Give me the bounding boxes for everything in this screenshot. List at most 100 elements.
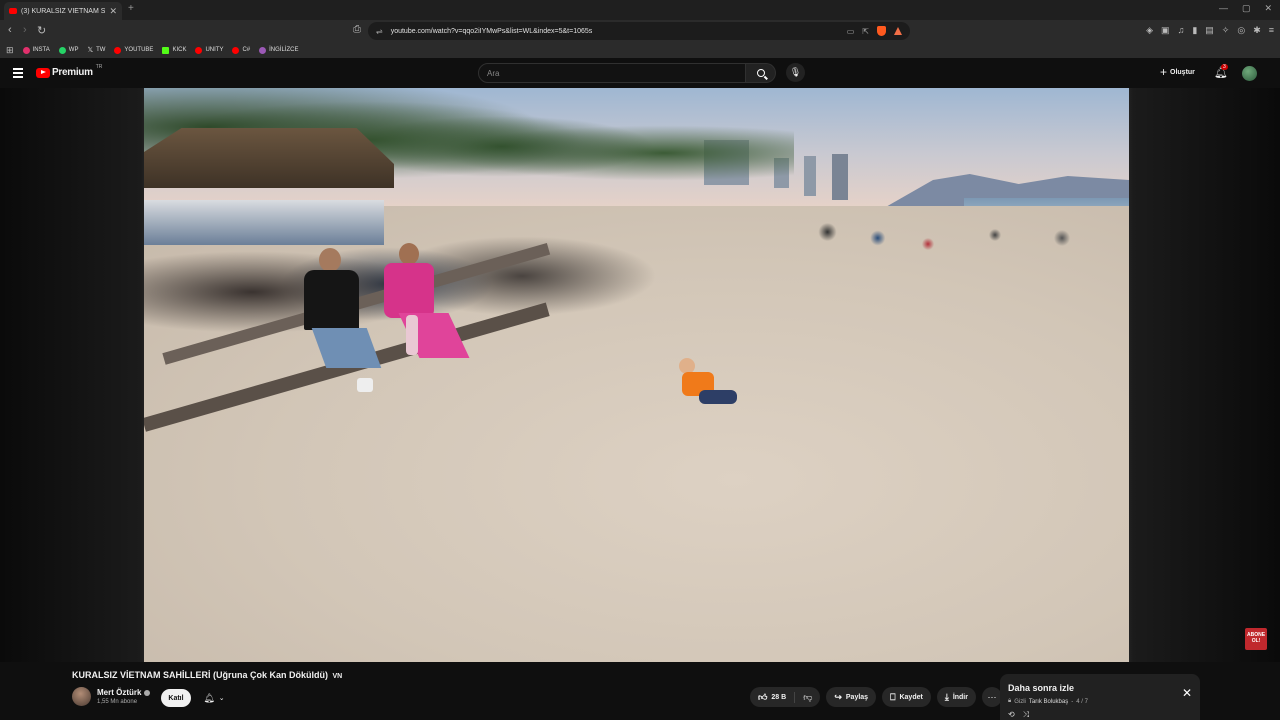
apps-grid-icon[interactable]: ⊞ xyxy=(6,45,14,56)
bookmark-kick[interactable]: KICK xyxy=(162,46,187,54)
bookmark-unity[interactable]: UNITY xyxy=(195,46,224,54)
puzzle-icon[interactable]: ✧ xyxy=(1222,25,1230,36)
video-title-text: KURALSIZ VİETNAM SAHİLLERİ (Uğruna Çok K… xyxy=(72,670,328,680)
video-frame-woman xyxy=(384,243,474,383)
dislike-button[interactable]: 👎︎ xyxy=(795,692,820,703)
close-playlist-icon[interactable]: ✕ xyxy=(1182,686,1192,700)
notifications-button[interactable]: 🔔︎ 3 xyxy=(1214,64,1228,79)
plus-icon: + xyxy=(1160,65,1168,79)
channel-name-text: Mert Öztürk xyxy=(97,688,142,697)
bookmarks-bar: ⊞ INSTA WP 𝕏 TW YOUTUBE KICK UNITY C# İNG… xyxy=(0,42,1280,58)
playlist-position: 4 / 7 xyxy=(1076,698,1088,705)
video-frame-toddler xyxy=(674,358,744,423)
share-button[interactable]: ↪ Paylaş xyxy=(826,687,877,707)
bookmark-label: WP xyxy=(68,47,79,53)
notification-badge: 3 xyxy=(1221,64,1228,70)
channel-avatar[interactable] xyxy=(72,687,91,706)
subscription-bell-button[interactable]: 🔔︎ ⌄ xyxy=(196,689,232,707)
video-player[interactable] xyxy=(144,88,1129,662)
search-icon xyxy=(756,69,765,77)
bookmark-label: C# xyxy=(242,47,251,53)
separator: - xyxy=(1071,698,1074,705)
player-area: ABONE OL! xyxy=(0,88,1280,662)
microphone-icon: 🎙 xyxy=(789,67,802,77)
site-info-icon[interactable]: ⇌ xyxy=(376,27,383,36)
lock-icon: 🔒︎ xyxy=(1008,698,1012,704)
like-button[interactable]: 👍︎ 28 B xyxy=(750,691,796,703)
search-input[interactable]: Ara xyxy=(478,63,746,83)
playlist-meta: 🔒︎ Gizli Tarık Bolukbaş - 4 / 7 xyxy=(1008,698,1088,705)
menu-icon[interactable]: ≡ xyxy=(1269,25,1274,36)
wallet-icon[interactable]: ▣ xyxy=(1161,25,1170,36)
bookmark-label: TW xyxy=(96,47,106,53)
tab-title: (3) KURALSIZ VİETNAM SAHİ xyxy=(21,7,106,15)
forward-icon[interactable]: › xyxy=(23,24,27,36)
reload-icon[interactable]: ↻ xyxy=(37,24,46,37)
account-avatar[interactable] xyxy=(1242,66,1257,81)
like-dislike-group: 👍︎ 28 B 👎︎ xyxy=(750,687,821,707)
channel-name[interactable]: Mert Öztürk xyxy=(97,688,151,697)
brave-shield-icon[interactable] xyxy=(877,26,886,36)
extension-icon[interactable]: ◈ xyxy=(1146,25,1153,36)
minimize-icon[interactable]: — xyxy=(1219,3,1228,14)
join-button[interactable]: Katıl xyxy=(161,689,191,707)
share-icon: ↪ xyxy=(834,691,842,702)
shuffle-icon[interactable]: ⤨ xyxy=(1023,710,1029,720)
playlist-owner[interactable]: Tarık Bolukbaş xyxy=(1029,699,1068,705)
chevron-down-icon: ⌄ xyxy=(218,695,225,702)
hamburger-menu-icon[interactable] xyxy=(13,68,23,80)
search-button[interactable] xyxy=(746,63,776,83)
brave-rewards-icon[interactable] xyxy=(894,27,902,35)
url-text: youtube.com/watch?v=qqo2iIYMwPs&list=WL&… xyxy=(390,27,593,35)
vpn-icon[interactable]: ◎ xyxy=(1237,25,1245,36)
youtube-icon xyxy=(232,46,240,54)
video-title-flag: VN xyxy=(332,673,343,680)
bookmark-icon[interactable]: ⎙ xyxy=(353,24,361,35)
sidebar-icon[interactable]: ▮ xyxy=(1192,25,1197,36)
close-tab-icon[interactable]: ✕ xyxy=(109,6,117,17)
playlist-controls: ⟲ ⤨ xyxy=(1008,710,1029,720)
playlist-title[interactable]: Daha sonra izle xyxy=(1008,683,1074,693)
video-actions: 👍︎ 28 B 👎︎ ↪ Paylaş ⎕ Kaydet ⤓ İndir ⋯ xyxy=(750,687,1002,707)
back-icon[interactable]: ‹ xyxy=(8,24,12,36)
bookmark-label: UNITY xyxy=(205,47,224,53)
loop-icon[interactable]: ⟲ xyxy=(1008,710,1015,720)
bookmark-wp[interactable]: WP xyxy=(58,46,79,54)
bell-icon: 🔔︎ xyxy=(203,692,215,703)
subscribe-watermark[interactable]: ABONE OL! xyxy=(1245,628,1267,650)
playlist-panel: Daha sonra izle 🔒︎ Gizli Tarık Bolukbaş … xyxy=(1000,674,1200,720)
youtube-play-icon xyxy=(36,67,50,78)
instagram-icon xyxy=(22,46,30,54)
bookmark-csharp[interactable]: C# xyxy=(232,46,251,54)
browser-tab[interactable]: (3) KURALSIZ VİETNAM SAHİ ✕ xyxy=(4,2,122,20)
tab-search-icon[interactable]: ▤ xyxy=(1205,25,1214,36)
create-button[interactable]: + Oluştur xyxy=(1160,65,1195,79)
cast-icon[interactable]: ▭ xyxy=(847,27,855,36)
music-icon[interactable]: ♫ xyxy=(1178,25,1185,36)
leo-icon[interactable]: ✱ xyxy=(1253,25,1261,36)
youtube-premium-logo[interactable]: Premium TR xyxy=(36,63,103,78)
save-button[interactable]: ⎕ Kaydet xyxy=(882,687,931,707)
bookmark-ingilizce[interactable]: İNGİLİZCE xyxy=(259,46,298,54)
video-frame-man xyxy=(299,248,382,408)
bookmark-label: INSTA xyxy=(32,47,50,53)
download-button[interactable]: ⤓ İndir xyxy=(936,687,976,707)
bookmark-label: KICK xyxy=(172,47,187,53)
new-tab-icon[interactable]: + xyxy=(128,3,134,14)
voice-search-button[interactable]: 🎙 xyxy=(786,63,805,82)
close-window-icon[interactable]: ✕ xyxy=(1264,3,1272,14)
more-icon: ⋯ xyxy=(987,691,997,702)
kick-icon xyxy=(162,46,170,54)
like-count: 28 B xyxy=(771,693,787,701)
subscriber-count: 1,55 Mn abone xyxy=(97,699,138,705)
save-label: Kaydet xyxy=(899,693,923,701)
share-page-icon[interactable]: ⇱ xyxy=(862,27,869,36)
logo-region: TR xyxy=(95,63,103,70)
bookmark-youtube[interactable]: YOUTUBE xyxy=(114,46,153,54)
more-actions-button[interactable]: ⋯ xyxy=(981,687,1002,707)
maximize-icon[interactable]: ▢ xyxy=(1242,3,1251,14)
bookmark-insta[interactable]: INSTA xyxy=(22,46,50,54)
url-field[interactable]: ⇌ youtube.com/watch?v=qqo2iIYMwPs&list=W… xyxy=(368,22,910,40)
youtube-header: Premium TR Ara 🎙 + Oluştur 🔔︎ 3 xyxy=(0,58,1280,88)
bookmark-tw[interactable]: 𝕏 TW xyxy=(87,46,105,54)
